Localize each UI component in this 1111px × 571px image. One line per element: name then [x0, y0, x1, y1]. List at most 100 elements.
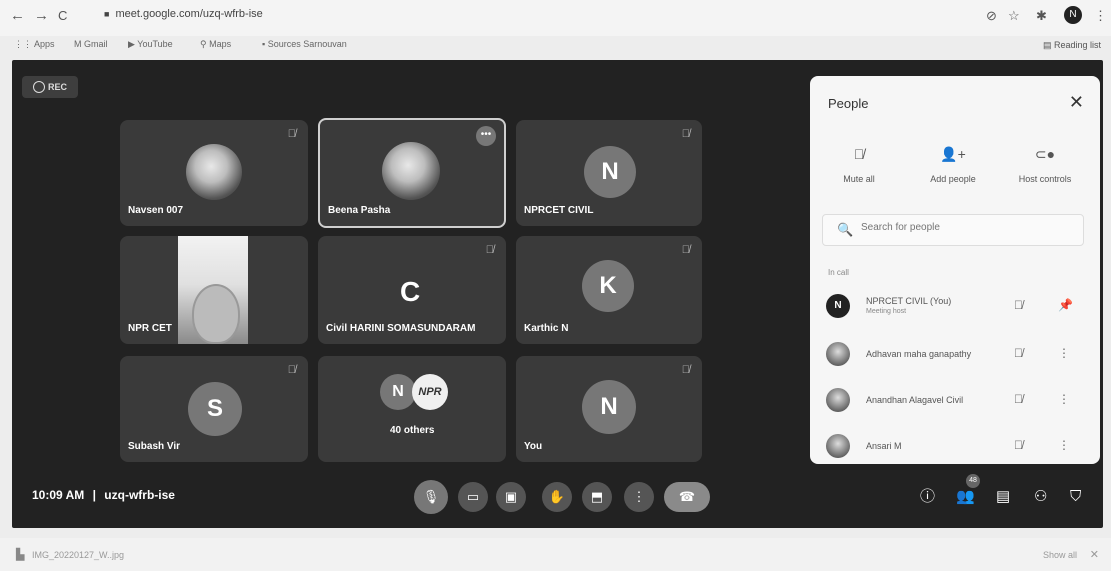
bookmark-star-icon[interactable]: ☆ — [1008, 8, 1020, 24]
bookmark-apps[interactable]: ⋮⋮ Apps — [14, 39, 55, 50]
bookmark-sources[interactable]: ▪ Sources Sarnouvan — [262, 39, 347, 49]
meeting-info: 10:09 AM | uzq-wfrb-ise — [32, 488, 175, 502]
bookmark-gmail[interactable]: M Gmail — [74, 39, 108, 49]
bookmark-youtube[interactable]: ▶ YouTube — [128, 39, 173, 50]
add-person-icon: 👤+ — [940, 146, 966, 162]
more-vert-icon[interactable]: ⋮ — [1058, 346, 1070, 360]
people-list-item[interactable]: Anandhan Alagavel Civil 🎙̸ ⋮ — [824, 384, 1090, 418]
person-name: NPRCET CIVIL (You) — [866, 296, 952, 306]
in-call-section-label: In call — [828, 268, 849, 277]
search-icon: 🔍 — [837, 222, 854, 237]
maps-icon: ⚲ — [200, 39, 210, 49]
meeting-details-icon[interactable]: ⓘ — [920, 486, 935, 508]
more-vert-icon[interactable]: ⋮ — [1058, 392, 1070, 406]
browser-toolbar: ← → C ■ meet.google.com/uzq-wfrb-ise ⊘ ☆ … — [0, 0, 1111, 36]
raise-hand-button[interactable]: ✋ — [542, 482, 572, 512]
mic-off-icon: 🎙̸ — [1014, 438, 1023, 452]
participant-name: Civil HARINI SOMASUNDARAM — [326, 323, 476, 334]
people-list-item[interactable]: Ansari M 🎙̸ ⋮ — [824, 430, 1090, 464]
mic-off-icon: 🎙̸ — [681, 128, 690, 140]
add-people-button[interactable]: 👤+ Add people — [908, 146, 998, 184]
self-tile[interactable]: N 🎙̸ You — [516, 356, 702, 462]
host-controls-shield-icon[interactable]: ⛉ — [1070, 486, 1081, 508]
people-list-item[interactable]: N NPRCET CIVIL (You) Meeting host 🎙̸ 📌 — [824, 290, 1090, 324]
participant-tile[interactable]: S 🎙̸ Subash Vir — [120, 356, 308, 462]
participant-name: Navsen 007 — [128, 205, 184, 216]
mic-toggle-button[interactable]: 🎙 — [414, 480, 448, 514]
mute-all-button[interactable]: 🎙̸ Mute all — [814, 146, 904, 184]
extension-icon[interactable]: ⊘ — [986, 8, 997, 24]
participant-avatar — [186, 144, 242, 200]
mic-off-icon: 🎙 — [422, 489, 440, 504]
others-label: 40 others — [390, 425, 435, 436]
participant-avatar: N — [380, 374, 416, 410]
more-options-button[interactable]: ⋮ — [624, 482, 654, 512]
bookmarks-bar: ⋮⋮ Apps M Gmail ▶ YouTube ⚲ Maps ▪ Sourc… — [0, 36, 1111, 54]
bookmark-maps[interactable]: ⚲ Maps — [200, 39, 231, 50]
show-all-button[interactable]: Show all — [1043, 550, 1077, 560]
others-tile[interactable]: N NPR 40 others — [318, 356, 506, 462]
present-button[interactable]: ⬒ — [582, 482, 612, 512]
mic-off-icon: 🎙̸ — [287, 128, 296, 140]
leave-call-button[interactable]: ☎ — [664, 482, 710, 512]
gmail-icon: M — [74, 39, 84, 49]
person-avatar — [826, 342, 850, 366]
people-icon[interactable]: 👥 — [956, 486, 975, 508]
address-bar[interactable]: ■ meet.google.com/uzq-wfrb-ise — [104, 8, 263, 20]
host-controls-button[interactable]: ⊂● Host controls — [1000, 146, 1090, 184]
participant-name: NPRCET CIVIL — [524, 205, 594, 216]
extensions-puzzle-icon[interactable]: ✱ — [1036, 8, 1047, 24]
activities-icon[interactable]: ⚇ — [1034, 486, 1047, 508]
participants-count-badge: 48 — [966, 474, 980, 488]
people-search[interactable]: 🔍 — [822, 214, 1084, 246]
close-icon[interactable]: ✕ — [1069, 92, 1084, 113]
recording-indicator: REC — [22, 76, 78, 98]
person-avatar — [826, 434, 850, 458]
captions-icon: ▣ — [504, 489, 518, 504]
record-icon — [32, 80, 45, 93]
present-icon: ⬒ — [590, 489, 604, 504]
reading-list-icon: ▤ — [1042, 40, 1054, 50]
lock-icon: ■ — [104, 9, 110, 19]
profile-avatar[interactable]: N — [1064, 6, 1082, 24]
menu-icon[interactable]: ⋮ — [1094, 8, 1107, 24]
person-role: Meeting host — [866, 308, 907, 315]
participant-tile[interactable]: 🎙̸ Navsen 007 — [120, 120, 308, 226]
participant-name: NPR CET — [128, 323, 172, 334]
forward-button[interactable]: → — [34, 6, 49, 26]
captions-button[interactable]: ▣ — [496, 482, 526, 512]
participant-tile[interactable]: NPR CET — [120, 236, 308, 344]
participant-tile-active[interactable]: ••• Beena Pasha — [318, 118, 506, 228]
more-vert-icon: ⋮ — [632, 489, 646, 504]
youtube-icon: ▶ — [128, 39, 138, 49]
reading-list-button[interactable]: ▤ Reading list — [1043, 40, 1101, 51]
participant-avatar: N — [584, 146, 636, 198]
more-options-icon[interactable]: ••• — [476, 126, 496, 146]
person-name: Adhavan maha ganapathy — [866, 349, 972, 359]
close-icon[interactable]: ✕ — [1090, 548, 1099, 561]
more-vert-icon[interactable]: ⋮ — [1058, 438, 1070, 452]
participant-tile[interactable]: K 🎙̸ Karthic N — [516, 236, 702, 344]
participant-avatar: N — [582, 380, 636, 434]
participant-tile[interactable]: N 🎙̸ NPRCET CIVIL — [516, 120, 702, 226]
hang-up-icon: ☎ — [678, 489, 696, 504]
download-item[interactable]: IMG_20220127_W..jpg — [32, 550, 124, 560]
back-button[interactable]: ← — [10, 6, 25, 26]
participant-tile[interactable]: C 🎙̸ Civil HARINI SOMASUNDARAM — [318, 236, 506, 344]
pin-icon[interactable]: 📌 — [1058, 298, 1073, 312]
mic-off-icon: 🎙̸ — [681, 244, 690, 256]
participant-avatar: K — [582, 260, 634, 312]
participant-name: Beena Pasha — [328, 205, 391, 216]
panel-title: People — [828, 96, 869, 111]
mic-off-icon: 🎙̸ — [1014, 298, 1023, 312]
reload-button[interactable]: C — [58, 6, 67, 26]
file-icon: ▙ — [16, 549, 25, 561]
mic-off-icon: 🎙̸ — [1014, 392, 1023, 406]
search-input[interactable] — [859, 221, 1073, 234]
people-panel: People ✕ 🎙̸ Mute all 👤+ Add people ⊂● Ho… — [810, 76, 1100, 464]
people-list-item[interactable]: Adhavan maha ganapathy 🎙̸ ⋮ — [824, 338, 1090, 372]
participant-initial: C — [400, 276, 421, 307]
mic-off-icon: 🎙̸ — [853, 146, 865, 162]
camera-toggle-button[interactable]: ▭ — [458, 482, 488, 512]
chat-icon[interactable]: ▤ — [996, 486, 1010, 508]
